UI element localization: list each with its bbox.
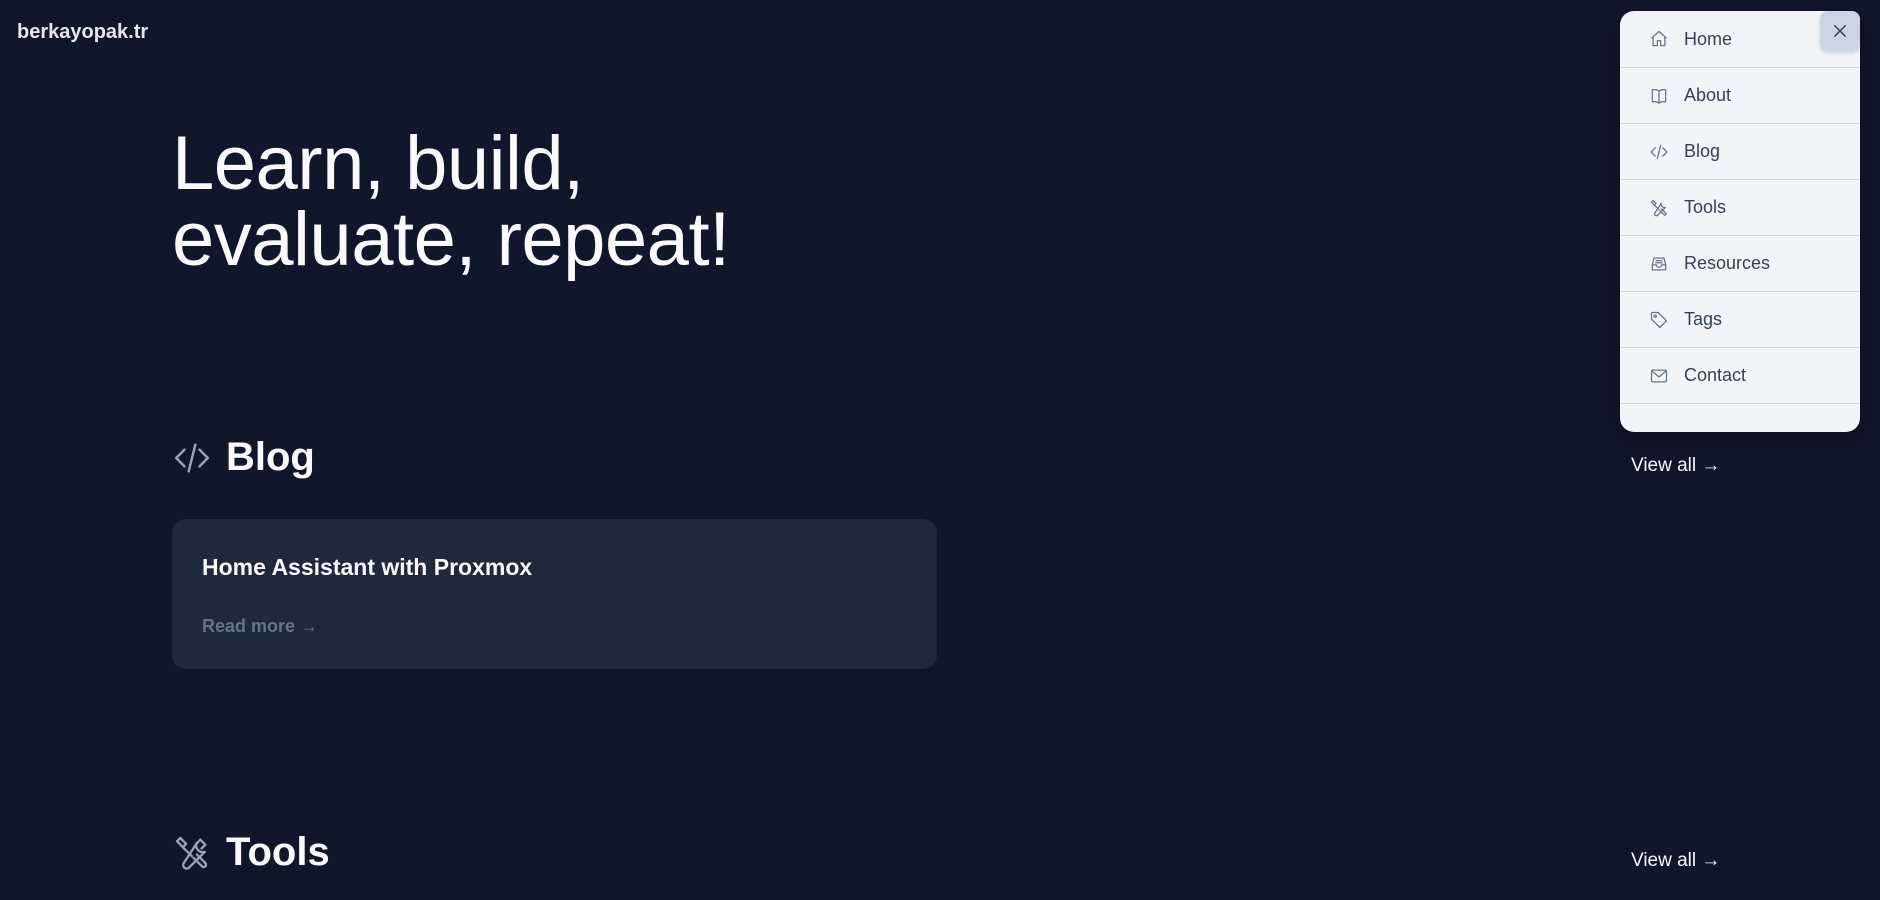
menu-item-label: About xyxy=(1684,85,1732,105)
blog-post-card[interactable]: Home Assistant with Proxmox Read more → xyxy=(172,519,937,669)
menu-item-label: Tags xyxy=(1684,309,1723,329)
menu-item-label: Tools xyxy=(1684,197,1727,217)
blog-section-header: Blog xyxy=(172,435,315,480)
menu-item-contact[interactable]: Contact xyxy=(1620,348,1860,404)
menu-item-label: Contact xyxy=(1684,365,1747,385)
book-icon xyxy=(1649,86,1669,106)
tools-view-all-link[interactable]: View all → xyxy=(1631,850,1720,872)
menu-item-label: Home xyxy=(1684,28,1733,49)
home-icon xyxy=(1649,29,1669,49)
tools-section-header: Tools xyxy=(172,830,330,875)
tag-icon xyxy=(1649,310,1669,330)
hero-line-1: Learn, build, xyxy=(172,121,584,206)
nav-menu-list: Home About Blog Tools Resources Tags Con… xyxy=(1620,11,1860,404)
page: berkayopak.tr Learn, build, evaluate, re… xyxy=(0,0,1880,900)
post-title[interactable]: Home Assistant with Proxmox xyxy=(202,554,532,581)
menu-item-label: Resources xyxy=(1684,253,1771,273)
menu-item-about[interactable]: About xyxy=(1620,68,1860,124)
close-icon xyxy=(1831,22,1849,40)
menu-item-label: Blog xyxy=(1684,141,1721,161)
blog-section-title: Blog xyxy=(226,435,315,479)
menu-item-tools[interactable]: Tools xyxy=(1620,180,1860,236)
hero-line-2: evaluate, repeat! xyxy=(172,197,730,282)
site-logo[interactable]: berkayopak.tr xyxy=(17,21,148,44)
menu-item-tags[interactable]: Tags xyxy=(1620,292,1860,348)
mail-icon xyxy=(1649,366,1669,386)
menu-item-resources[interactable]: Resources xyxy=(1620,236,1860,292)
menu-item-blog[interactable]: Blog xyxy=(1620,124,1860,180)
close-menu-button[interactable] xyxy=(1820,11,1860,51)
read-more-link[interactable]: Read more → xyxy=(202,616,318,637)
code-icon xyxy=(172,438,212,478)
tools-icon xyxy=(172,833,212,873)
inbox-icon xyxy=(1649,254,1669,274)
hero-title: Learn, build, evaluate, repeat! xyxy=(172,126,730,278)
tools-icon xyxy=(1649,198,1669,218)
tools-section-title: Tools xyxy=(226,830,330,874)
code-icon xyxy=(1649,142,1669,162)
blog-view-all-link[interactable]: View all → xyxy=(1631,455,1720,477)
nav-menu: Home About Blog Tools Resources Tags Con… xyxy=(1620,11,1860,432)
